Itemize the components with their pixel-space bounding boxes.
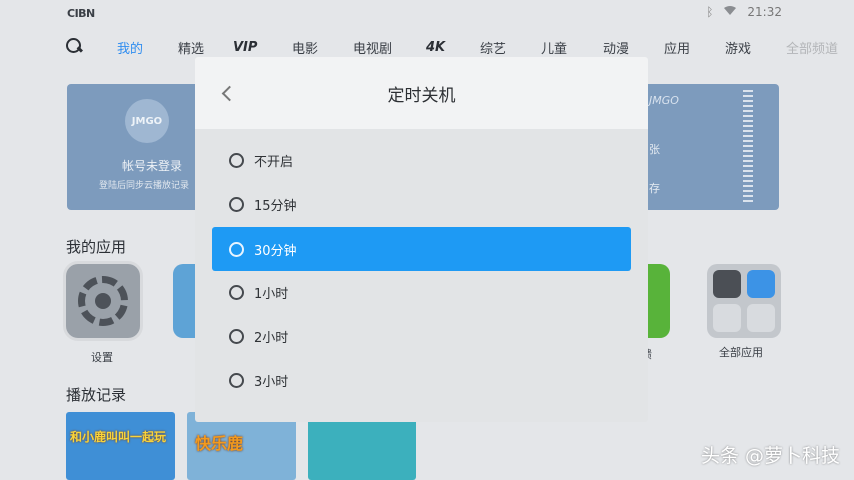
tab-featured[interactable]: 精选 (178, 37, 204, 57)
bluetooth-icon: ᛒ (706, 5, 714, 19)
all-apps-tile[interactable] (707, 264, 781, 338)
radio-icon (229, 372, 244, 388)
tab-games[interactable]: 游戏 (725, 37, 751, 57)
dialog-header: 定时关机 (195, 57, 648, 129)
option-15-min[interactable]: 15分钟 (212, 182, 631, 226)
history-item-caption: 和小鹿叫叫一起玩 (70, 430, 167, 444)
app-label-settings: 设置 (91, 351, 113, 364)
tab-kids[interactable]: 儿童 (541, 37, 567, 57)
radio-icon (229, 241, 244, 257)
section-title-history: 播放记录 (66, 386, 127, 404)
sleep-timer-dialog: 定时关机 不开启 15分钟 30分钟 1小时 2小时 3小时 (195, 57, 648, 422)
option-off[interactable]: 不开启 (212, 138, 631, 182)
tab-tv-series[interactable]: 电视剧 (353, 37, 392, 57)
upload-arrow-icon (747, 270, 775, 298)
app-thumb-icon (713, 270, 741, 298)
barcode-decoration (743, 90, 753, 202)
top-nav (64, 36, 112, 56)
history-item[interactable] (308, 412, 416, 480)
dialog-title: 定时关机 (387, 86, 456, 106)
history-item[interactable]: 和小鹿叫叫一起玩 (66, 412, 175, 480)
status-bar: ᛒ 21:32 (706, 5, 782, 19)
clock: 21:32 (747, 5, 782, 19)
option-label: 2小时 (254, 330, 289, 346)
tab-vip[interactable]: VIP (233, 37, 257, 57)
tab-variety[interactable]: 综艺 (480, 37, 506, 57)
avatar: JMGO (125, 99, 169, 143)
tab-all-channels[interactable]: 全部频道 (786, 37, 838, 57)
tab-anime[interactable]: 动漫 (603, 37, 629, 57)
wifi-icon (723, 5, 737, 19)
history-item[interactable]: 快乐鹿 (187, 412, 296, 480)
watermark: 头条 @萝卜科技 (700, 445, 840, 467)
option-2-hours[interactable]: 2小时 (212, 314, 631, 358)
banner-brand: JMGO (649, 94, 679, 107)
tab-movies[interactable]: 电影 (292, 37, 318, 57)
option-label: 1小时 (254, 286, 289, 302)
search-icon[interactable] (64, 36, 84, 56)
radio-icon (229, 284, 244, 300)
app-thumb-icon (747, 304, 775, 332)
radio-icon (229, 152, 244, 168)
app-thumb-icon (713, 304, 741, 332)
option-1-hour[interactable]: 1小时 (212, 270, 631, 314)
brand-logo: CIBN (67, 7, 95, 20)
radio-icon (229, 328, 244, 344)
option-label: 不开启 (254, 154, 294, 170)
login-status: 帐号未登录 (121, 159, 182, 173)
option-label: 30分钟 (254, 243, 297, 259)
section-title-my-apps: 我的应用 (66, 238, 127, 256)
login-hint: 登陆后同步云播放记录 (99, 181, 190, 191)
tab-mine[interactable]: 我的 (117, 37, 143, 57)
tab-4k[interactable]: 4K (426, 37, 445, 57)
radio-icon (229, 196, 244, 212)
banner-text-2: 存 (649, 182, 660, 195)
history-item-caption: 快乐鹿 (195, 434, 244, 453)
option-3-hours[interactable]: 3小时 (212, 358, 631, 402)
gear-icon (78, 276, 128, 326)
option-label: 15分钟 (254, 198, 297, 214)
app-label-all-apps: 全部应用 (719, 346, 763, 359)
tab-apps[interactable]: 应用 (664, 37, 690, 57)
settings-app-tile[interactable] (66, 264, 140, 338)
banner-text-1: 张 (649, 143, 660, 156)
option-30-min[interactable]: 30分钟 (212, 227, 631, 271)
option-label: 3小时 (254, 374, 289, 390)
